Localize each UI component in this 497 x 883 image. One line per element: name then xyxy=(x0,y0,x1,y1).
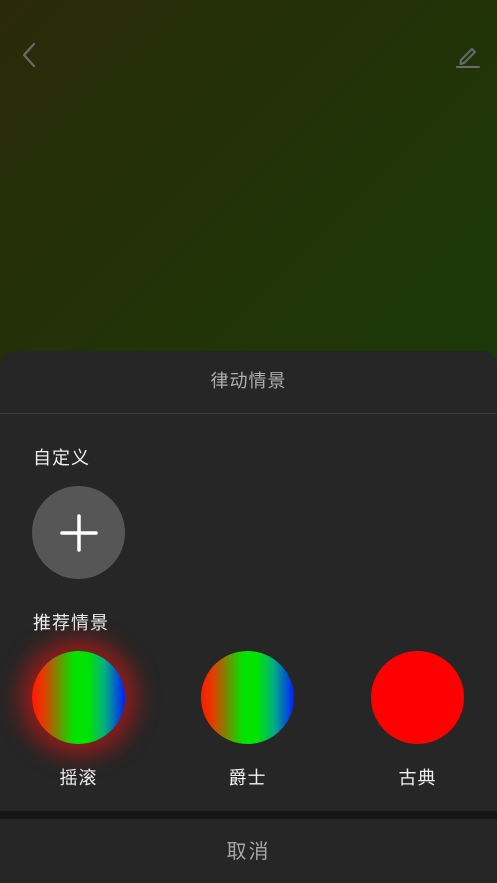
scene-rock-swatch xyxy=(32,651,125,744)
scene-rock-label: 摇滚 xyxy=(59,768,98,789)
sheet-title: 律动情景 xyxy=(210,371,287,392)
sheet-separator xyxy=(0,811,497,819)
scene-classical-label: 古典 xyxy=(398,768,437,789)
chevron-left-icon xyxy=(22,42,36,68)
top-bar xyxy=(0,0,497,110)
plus-icon xyxy=(59,513,98,552)
scene-classical[interactable]: 古典 xyxy=(371,651,464,790)
custom-section-label: 自定义 xyxy=(33,448,90,469)
pencil-icon xyxy=(456,48,480,68)
scene-rock[interactable]: 摇滚 xyxy=(32,651,125,790)
back-button[interactable] xyxy=(14,40,44,70)
scene-bottom-sheet: 律动情景 自定义 推荐情景 摇滚 爵士 古典 xyxy=(0,351,497,811)
cancel-button[interactable]: 取消 xyxy=(0,819,497,883)
scene-jazz-swatch xyxy=(201,651,294,744)
edit-button[interactable] xyxy=(453,40,483,70)
divider xyxy=(0,413,497,414)
rhythm-scene-screen: 律动情景 自定义 推荐情景 摇滚 爵士 古典 取消 xyxy=(0,0,497,883)
scene-jazz[interactable]: 爵士 xyxy=(201,651,294,790)
recommended-section-label: 推荐情景 xyxy=(33,613,109,634)
add-custom-scene-button[interactable] xyxy=(32,486,125,579)
scene-classical-swatch xyxy=(371,651,464,744)
scene-jazz-label: 爵士 xyxy=(228,768,267,789)
